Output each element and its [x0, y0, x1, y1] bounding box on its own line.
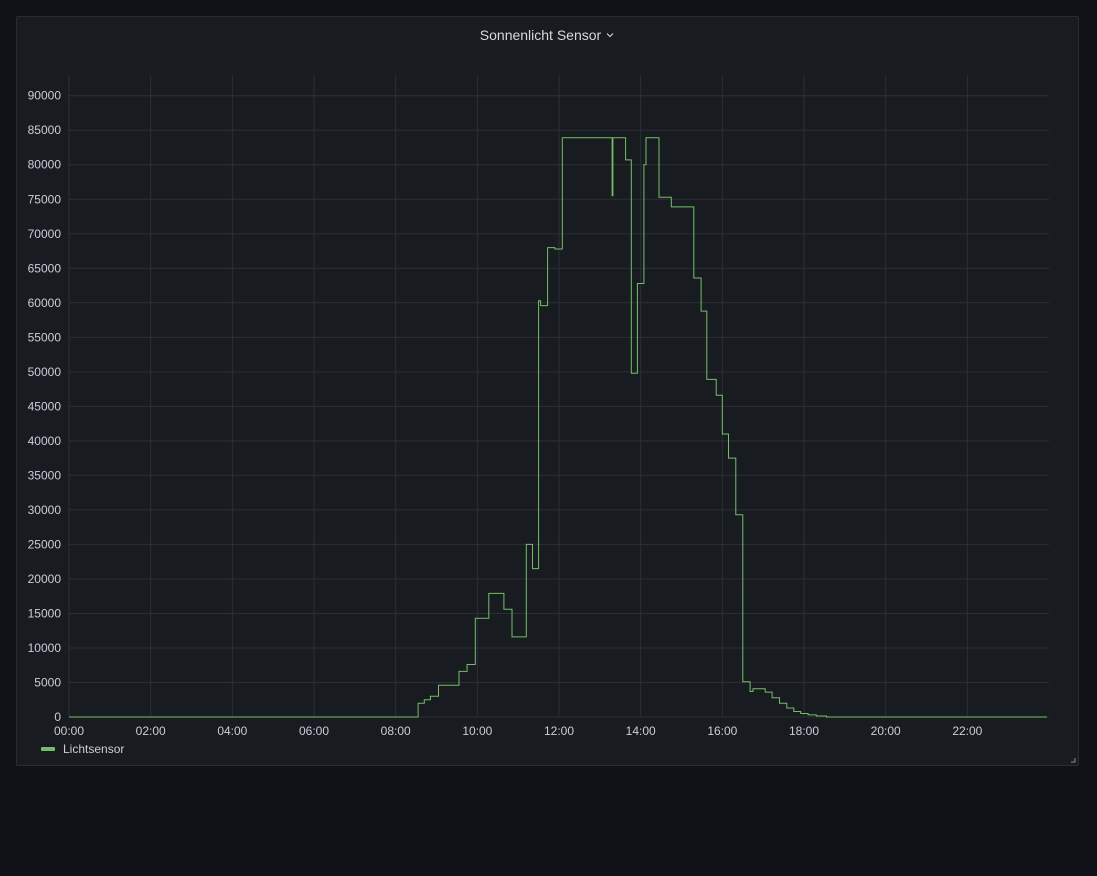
y-tick-label: 30000: [28, 503, 62, 517]
x-tick-label: 06:00: [299, 724, 329, 738]
y-tick-label: 45000: [28, 399, 62, 413]
y-tick-label: 55000: [28, 330, 62, 344]
x-tick-label: 20:00: [871, 724, 901, 738]
x-tick-label: 14:00: [626, 724, 656, 738]
y-tick-label: 20000: [28, 572, 62, 586]
y-tick-label: 50000: [28, 365, 62, 379]
series-line-lichtsensor: [69, 137, 1047, 718]
x-tick-label: 08:00: [381, 724, 411, 738]
x-tick-label: 00:00: [54, 724, 84, 738]
y-tick-label: 0: [54, 710, 61, 724]
y-tick-label: 35000: [28, 468, 62, 482]
y-tick-label: 15000: [28, 606, 62, 620]
x-tick-label: 16:00: [707, 724, 737, 738]
x-tick-label: 10:00: [462, 724, 492, 738]
y-tick-label: 25000: [28, 537, 62, 551]
legend[interactable]: Lichtsensor: [41, 742, 124, 756]
legend-label-lichtsensor: Lichtsensor: [63, 742, 125, 756]
legend-swatch: [41, 747, 55, 751]
line-chart: 0 5000 10000 15000 20000 25000 30000 35000 40000…: [28, 75, 1049, 738]
y-tick-label: 10000: [28, 641, 62, 655]
y-tick-label: 70000: [28, 227, 62, 241]
x-tick-label: 18:00: [789, 724, 819, 738]
y-tick-label: 75000: [28, 192, 62, 206]
y-tick-label: 90000: [28, 89, 62, 103]
y-tick-label: 60000: [28, 296, 62, 310]
y-tick-label: 80000: [28, 158, 62, 172]
y-tick-label: 40000: [28, 434, 62, 448]
x-tick-label: 22:00: [952, 724, 982, 738]
y-tick-label: 5000: [34, 675, 61, 689]
y-tick-label: 65000: [28, 261, 62, 275]
chart-panel: Sonnenlicht Sensor 0 5000 10000 15000 20000 2…: [16, 16, 1079, 766]
x-tick-label: 04:00: [217, 724, 247, 738]
resize-corner-icon[interactable]: [1070, 757, 1076, 763]
x-tick-label: 12:00: [544, 724, 574, 738]
x-tick-label: 02:00: [136, 724, 166, 738]
y-tick-label: 85000: [28, 123, 62, 137]
